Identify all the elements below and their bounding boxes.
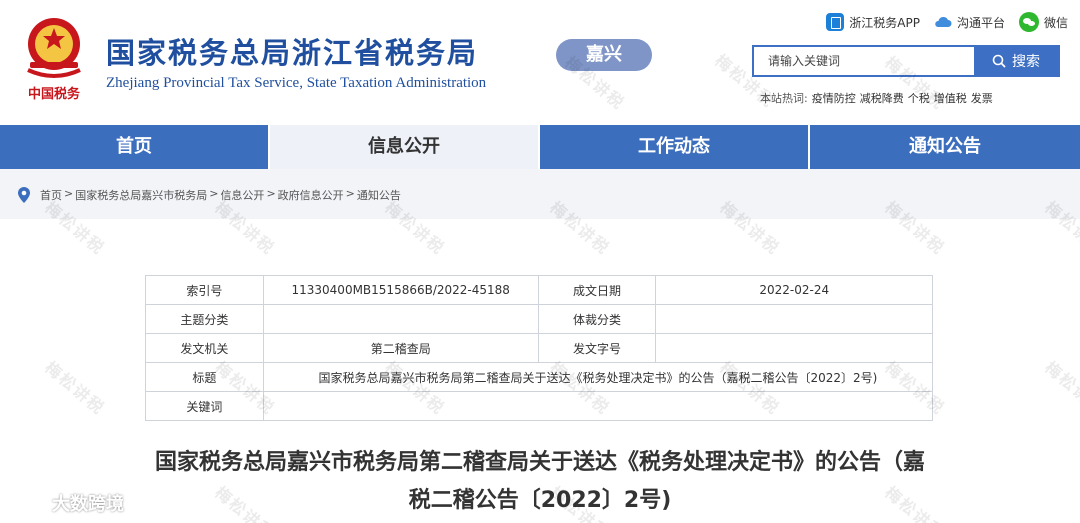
nav-item-info-disclosure[interactable]: 信息公开 [270,125,540,169]
hot-word[interactable]: 发票 [971,90,993,106]
doc-no-value [655,333,933,363]
search-input[interactable] [754,47,974,75]
site-header: 中国税务 国家税务总局浙江省税务局 Zhejiang Provincial Ta… [0,0,1080,125]
subject-value: 国家税务总局嘉兴市税务局第二稽查局关于送达《税务处理决定书》的公告（嘉税二稽公告… [262,362,934,392]
tax-emblem-logo[interactable]: 中国税务 [18,10,90,106]
platform-link-label: 沟通平台 [956,15,1005,30]
topic-value [262,304,539,334]
site-subtitle: Zhejiang Provincial Tax Service, State T… [106,75,487,91]
mobile-app-icon [826,13,845,31]
table-row: 主题分类 体裁分类 [145,304,933,334]
cloud-icon [935,16,952,27]
search-button[interactable]: 搜索 [974,47,1058,75]
breadcrumb-home[interactable]: 首页 [40,187,62,203]
corner-brand-label: 大数跨境 [52,494,124,515]
platform-link[interactable]: 沟通平台 [934,14,1005,31]
breadcrumb-info-disclosure[interactable]: 信息公开 [220,187,264,203]
app-link[interactable]: 浙江税务APP [826,13,920,31]
wechat-icon [1018,12,1039,32]
keywords-label: 关键词 [145,391,264,421]
issuer-label: 发文机关 [145,333,264,363]
breadcrumb-separator: > [266,187,276,200]
article-title: 国家税务总局嘉兴市税务局第二稽查局关于送达《税务处理决定书》的公告（嘉 税二稽公… [100,444,980,520]
breadcrumb-gov-info[interactable]: 政府信息公开 [278,187,344,203]
table-row: 索引号 11330400MB1515866B/2022-45188 成文日期 2… [145,275,933,305]
city-badge[interactable]: 嘉兴 [556,39,652,71]
breadcrumb-notices[interactable]: 通知公告 [357,187,401,203]
location-pin-icon [18,187,30,203]
index-no-label: 索引号 [145,275,264,305]
nav-item-work-news[interactable]: 工作动态 [540,125,810,169]
hot-word[interactable]: 疫情防控 [812,90,856,106]
main-nav: 首页 信息公开 工作动态 通知公告 [0,125,1080,169]
hot-words: 本站热词: 疫情防控 减税降费 个税 增值税 发票 [760,90,993,106]
site-title: 国家税务总局浙江省税务局 [106,36,479,70]
topic-label: 主题分类 [145,304,264,334]
breadcrumb: 首页 > 国家税务总局嘉兴市税务局 > 信息公开 > 政府信息公开 > 通知公告 [40,187,401,203]
article-title-line-2: 税二稽公告〔2022〕2号) [408,488,672,513]
table-row: 关键词 [145,391,934,421]
article-title-line-1: 国家税务总局嘉兴市税务局第二稽查局关于送达《税务处理决定书》的公告（嘉 [154,450,925,475]
date-label: 成文日期 [537,275,657,305]
document-info-table: 索引号 11330400MB1515866B/2022-45188 成文日期 2… [145,275,934,421]
emblem-caption: 中国税务 [28,86,81,102]
table-row: 标题 国家税务总局嘉兴市税务局第二稽查局关于送达《税务处理决定书》的公告（嘉税二… [145,362,934,392]
nav-item-home[interactable]: 首页 [0,125,270,169]
hot-word[interactable]: 增值税 [934,90,967,106]
table-row: 发文机关 第二稽查局 发文字号 [145,333,933,363]
watermark: 梅松讲税 [1041,357,1080,419]
breadcrumb-jiaxing-bureau[interactable]: 国家税务总局嘉兴市税务局 [75,187,207,203]
breadcrumb-separator: > [209,187,219,200]
top-links: 浙江税务APP 沟通平台 微信 [826,10,1068,34]
genre-label: 体裁分类 [537,304,657,334]
hot-words-label: 本站热词: [760,92,808,105]
subject-label: 标题 [145,362,264,392]
hot-word[interactable]: 减税降费 [860,90,904,106]
watermark: 梅松讲税 [41,357,109,419]
index-no-value: 11330400MB1515866B/2022-45188 [262,275,539,305]
brand-logo-icon [9,496,47,510]
search-button-label: 搜索 [1012,54,1040,70]
search-box: 搜索 [752,45,1060,77]
keywords-value [262,391,934,421]
issuer-value: 第二稽查局 [262,333,539,363]
hot-word[interactable]: 个税 [908,90,930,106]
search-icon [992,54,1006,68]
wechat-link[interactable]: 微信 [1018,12,1068,32]
corner-brand: 大数跨境 [8,490,124,516]
date-value: 2022-02-24 [655,275,933,305]
nav-item-notices[interactable]: 通知公告 [810,125,1080,169]
genre-value [655,304,933,334]
breadcrumb-bar: 首页 > 国家税务总局嘉兴市税务局 > 信息公开 > 政府信息公开 > 通知公告 [0,169,1080,219]
app-link-label: 浙江税务APP [849,15,920,30]
breadcrumb-separator: > [345,187,355,200]
doc-no-label: 发文字号 [537,333,657,363]
wechat-link-label: 微信 [1043,15,1068,30]
breadcrumb-separator: > [64,187,74,200]
